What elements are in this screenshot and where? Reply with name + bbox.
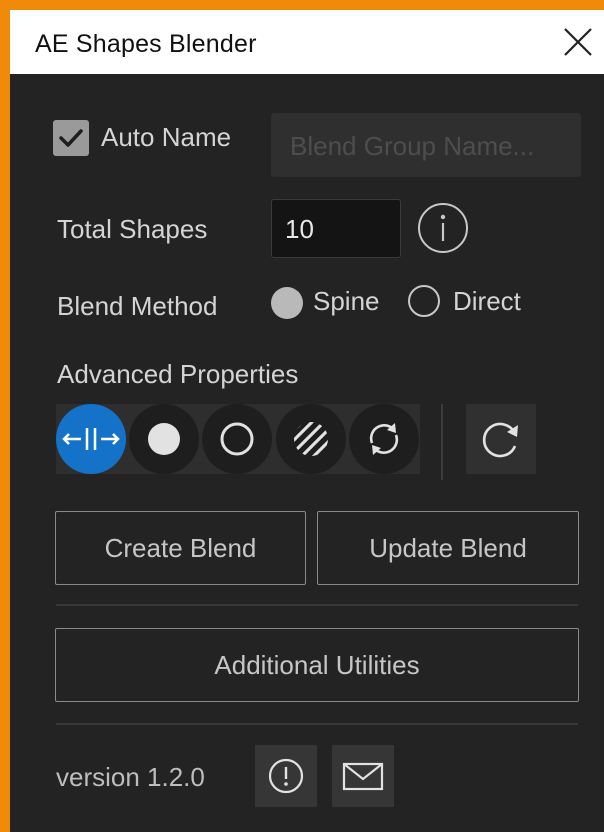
- radio-direct[interactable]: [408, 285, 440, 317]
- toolbar-divider: [441, 404, 443, 480]
- additional-utilities-button[interactable]: Additional Utilities: [55, 628, 579, 702]
- total-shapes-value: 10: [285, 214, 314, 244]
- create-blend-label: Create Blend: [104, 532, 257, 563]
- blender-panel: AE Shapes Blender Auto Name Blend Group …: [10, 10, 604, 832]
- striped-circle-icon: [294, 422, 328, 456]
- total-shapes-label: Total Shapes: [57, 214, 208, 244]
- spread-button[interactable]: [56, 404, 126, 474]
- advanced-properties-label: Advanced Properties: [57, 359, 299, 389]
- spread-icon: [62, 428, 120, 450]
- separator: [56, 723, 578, 725]
- window-title: AE Shapes Blender: [35, 30, 257, 58]
- update-blend-label: Update Blend: [369, 532, 527, 563]
- blend-group-name-placeholder: Blend Group Name...: [290, 131, 535, 161]
- close-icon: [564, 28, 592, 56]
- info-button[interactable]: [417, 202, 469, 254]
- alert-icon: [268, 758, 304, 794]
- cycle-icon: [369, 423, 399, 455]
- update-blend-button[interactable]: Update Blend: [317, 511, 579, 585]
- create-blend-button[interactable]: Create Blend: [55, 511, 306, 585]
- close-button[interactable]: [560, 24, 596, 60]
- title-bar: AE Shapes Blender: [10, 10, 604, 74]
- reset-button[interactable]: [466, 404, 536, 474]
- checkmark-icon: [59, 129, 83, 147]
- radio-direct-label: Direct: [453, 286, 521, 316]
- radio-spine-label: Spine: [313, 286, 380, 316]
- fill-button[interactable]: [129, 404, 199, 474]
- info-icon: [418, 203, 468, 253]
- radio-spine[interactable]: [271, 287, 303, 319]
- filled-circle-icon: [148, 423, 180, 455]
- additional-utilities-label: Additional Utilities: [214, 649, 420, 680]
- stroke-button[interactable]: [202, 404, 272, 474]
- cycle-button[interactable]: [349, 404, 419, 474]
- blend-method-label: Blend Method: [57, 291, 218, 321]
- outline-circle-icon: [220, 422, 254, 456]
- total-shapes-input[interactable]: 10: [271, 199, 401, 258]
- separator: [56, 604, 578, 606]
- report-issue-button[interactable]: [255, 745, 317, 807]
- blend-group-name-input[interactable]: Blend Group Name...: [271, 113, 581, 177]
- auto-name-label: Auto Name: [101, 122, 232, 152]
- hatch-button[interactable]: [276, 404, 346, 474]
- auto-name-checkbox[interactable]: [53, 120, 89, 156]
- contact-button[interactable]: [332, 745, 394, 807]
- reset-icon: [482, 422, 518, 458]
- mail-icon: [342, 762, 384, 791]
- version-text: version 1.2.0: [56, 762, 205, 792]
